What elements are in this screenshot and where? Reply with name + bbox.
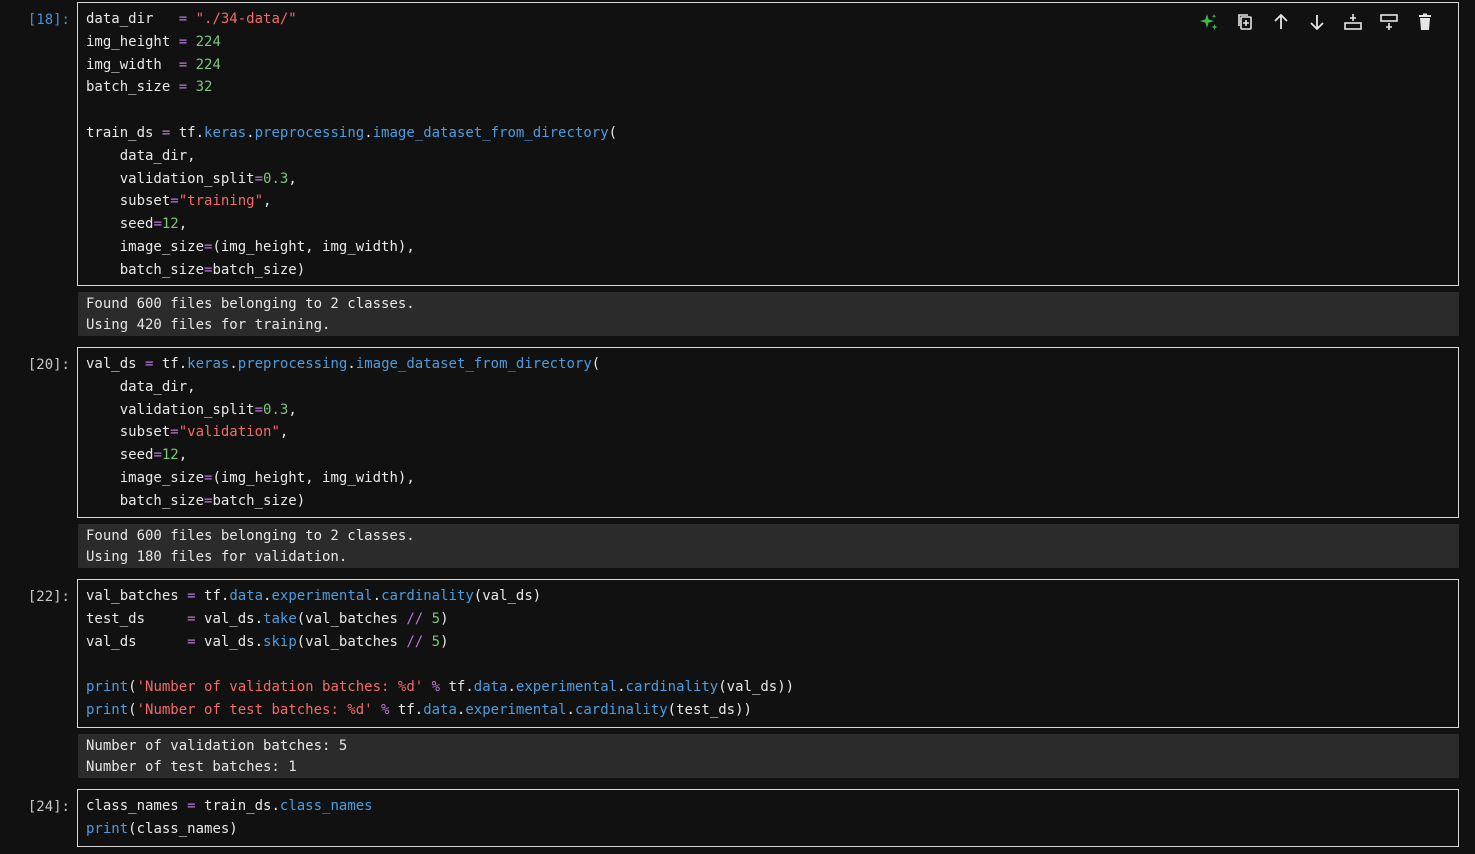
code-editor[interactable]: val_batches = tf.data.experimental.cardi…	[77, 579, 1459, 728]
code-line: img_width = 224	[86, 56, 221, 73]
code-line: validation_split=0.3,	[86, 170, 297, 187]
code-line: image_size=(img_height, img_width),	[86, 238, 415, 255]
code-line: validation_split=0.3,	[86, 401, 297, 418]
code-line: test_ds = val_ds.take(val_batches // 5)	[86, 610, 449, 627]
code-line: batch_size=batch_size)	[86, 261, 306, 278]
code-line: class_names = train_ds.class_names	[86, 798, 373, 814]
code-editor[interactable]: data_dir = "./34-data/" img_height = 224 i…	[77, 2, 1459, 286]
code-line: seed=12,	[86, 216, 188, 233]
sparkle-icon[interactable]	[1198, 11, 1220, 33]
output-line: Using 180 files for validation.	[86, 549, 348, 565]
code-line: val_ds = val_ds.skip(val_batches // 5)	[86, 633, 449, 650]
code-line: val_ds = tf.keras.preprocessing.image_da…	[86, 356, 601, 372]
insert-above-icon[interactable]	[1342, 11, 1364, 33]
output-line: Found 600 files belonging to 2 classes.	[86, 528, 415, 544]
code-line: subset="training",	[86, 193, 272, 210]
output-line: Number of validation batches: 5	[86, 738, 348, 754]
cell-toolbar	[1198, 11, 1436, 33]
cell-output: Found 600 files belonging to 2 classes. …	[78, 292, 1459, 336]
code-line: train_ds = tf.keras.preprocessing.image_…	[86, 124, 618, 141]
code-line: print('Number of validation batches: %d'…	[86, 679, 795, 696]
output-line: Number of test batches: 1	[86, 759, 297, 775]
move-up-icon[interactable]	[1270, 11, 1292, 33]
code-line: img_height = 224	[86, 33, 221, 50]
code-line: batch_size=batch_size)	[86, 492, 306, 509]
duplicate-icon[interactable]	[1234, 11, 1256, 33]
code-line: batch_size = 32	[86, 79, 213, 96]
code-line: seed=12,	[86, 447, 188, 464]
code-editor[interactable]: val_ds = tf.keras.preprocessing.image_da…	[77, 347, 1459, 518]
execution-count: [18]:	[27, 12, 70, 28]
code-line: print(class_names)	[86, 820, 238, 837]
code-line: val_batches = tf.data.experimental.cardi…	[86, 588, 542, 604]
execution-count: [24]:	[27, 799, 70, 815]
code-line: subset="validation",	[86, 424, 289, 441]
cell-output: Found 600 files belonging to 2 classes. …	[78, 524, 1459, 568]
output-line: Found 600 files belonging to 2 classes.	[86, 296, 415, 312]
code-lines[interactable]: class_names = train_ds.class_names print(…	[78, 790, 1458, 841]
execution-count: [22]:	[27, 589, 70, 605]
code-lines[interactable]: data_dir = "./34-data/" img_height = 224 i…	[78, 3, 1458, 282]
cell-output: Number of validation batches: 5 Number o…	[78, 734, 1459, 778]
code-lines[interactable]: val_batches = tf.data.experimental.cardi…	[78, 580, 1458, 722]
code-editor[interactable]: class_names = train_ds.class_names print(…	[77, 789, 1459, 847]
execution-count: [20]:	[27, 357, 70, 373]
code-line: image_size=(img_height, img_width),	[86, 469, 415, 486]
output-line: Using 420 files for training.	[86, 317, 331, 333]
delete-icon[interactable]	[1414, 11, 1436, 33]
code-line: print('Number of test batches: %d' % tf.…	[86, 701, 752, 718]
code-lines[interactable]: val_ds = tf.keras.preprocessing.image_da…	[78, 348, 1458, 513]
code-line: data_dir,	[86, 378, 196, 395]
code-line: data_dir,	[86, 147, 196, 164]
move-down-icon[interactable]	[1306, 11, 1328, 33]
insert-below-icon[interactable]	[1378, 11, 1400, 33]
